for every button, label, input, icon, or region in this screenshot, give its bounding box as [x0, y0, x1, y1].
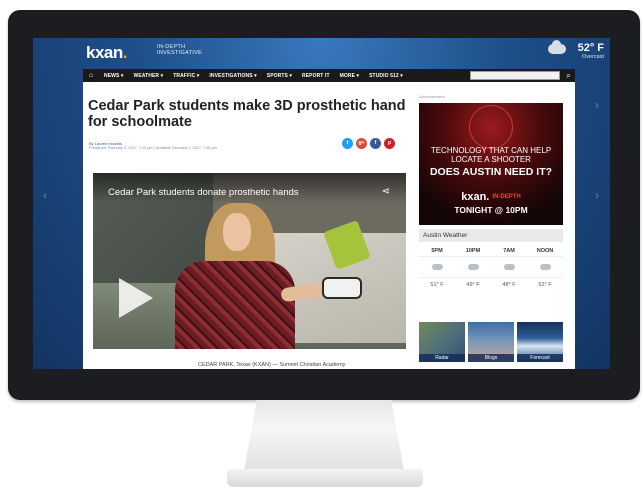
- nav-item-report-it[interactable]: REPORT IT: [297, 73, 335, 79]
- header-weather-temp: 52° F: [577, 42, 604, 54]
- video-scene-prosthetic-hand: [322, 277, 362, 299]
- search-input[interactable]: [470, 71, 560, 80]
- forecast-temp: 48° F: [491, 277, 527, 291]
- article-dates: Published: February 2, 2017, 7:13 pm | U…: [89, 146, 217, 150]
- cloud-icon: [419, 259, 455, 275]
- article-dateline: CEDAR PARK, Texas (KXAN) — Summit Christ…: [198, 362, 346, 368]
- ad-logo: kxan. IN-DEPTH: [461, 191, 521, 203]
- video-player[interactable]: Cedar Park students donate prosthetic ha…: [93, 173, 406, 349]
- forecast-temp: 52° F: [527, 277, 563, 291]
- ad-line-2: DOES AUSTIN NEED IT?: [429, 166, 553, 178]
- page-content: Cedar Park students make 3D prosthetic h…: [83, 82, 575, 369]
- nav-item-traffic[interactable]: TRAFFIC ▾: [168, 73, 204, 79]
- video-title: Cedar Park students donate prosthetic ha…: [108, 187, 299, 198]
- page-left-arrow-icon: ‹: [43, 188, 47, 202]
- forecast-thumb[interactable]: Forecast: [517, 322, 563, 362]
- weather-thumbnails: Radar Blogs Forecast: [419, 322, 563, 362]
- play-icon[interactable]: [119, 278, 153, 318]
- radar-label: Radar: [419, 354, 465, 362]
- weather-forecast-grid: 5PM 10PM 7AM NOON 51° F 49° F 48° F 52° …: [419, 246, 563, 291]
- nav-item-more[interactable]: MORE ▾: [335, 73, 365, 79]
- article-headline: Cedar Park students make 3D prosthetic h…: [88, 98, 406, 130]
- advertisement[interactable]: TECHNOLOGY THAT CAN HELP LOCATE A SHOOTE…: [419, 103, 563, 225]
- radar-thumb[interactable]: Radar: [419, 322, 465, 362]
- ad-line-3: TONIGHT @ 10PM: [454, 205, 528, 215]
- forecast-label: Forecast: [517, 354, 563, 362]
- search-icon[interactable]: ⌕: [562, 69, 575, 82]
- header-weather-condition: Overcast: [581, 54, 604, 60]
- logo-tagline: IN-DEPTH INVESTIGATIVE: [157, 44, 203, 56]
- nav-item-studio-512[interactable]: STUDIO 512 ▾: [364, 73, 408, 79]
- cloud-icon: [455, 259, 491, 275]
- ad-line-1: TECHNOLOGY THAT CAN HELP LOCATE A SHOOTE…: [430, 146, 552, 164]
- forecast-temp: 51° F: [419, 277, 455, 291]
- forecast-time: NOON: [527, 246, 563, 257]
- twitter-icon[interactable]: t: [342, 138, 353, 149]
- page-right-arrow-icon: ›: [595, 98, 599, 112]
- header-weather[interactable]: 52° F Overcast: [578, 42, 604, 60]
- monitor-stand-neck: [244, 400, 404, 470]
- kxan-logo[interactable]: kxan.: [86, 43, 128, 63]
- forecast-time: 7AM: [491, 246, 527, 257]
- google-plus-icon[interactable]: g+: [356, 138, 367, 149]
- nav-item-sports[interactable]: SPORTS ▾: [262, 73, 297, 79]
- home-icon[interactable]: ⌂: [83, 69, 99, 82]
- video-scene-student-face: [223, 213, 251, 251]
- blogs-label: Blogs: [468, 354, 514, 362]
- weather-widget-title[interactable]: Austin Weather: [419, 229, 563, 242]
- rain-cloud-icon: [527, 259, 563, 275]
- monitor-stand-base: [227, 469, 423, 487]
- cloud-icon: [548, 40, 566, 54]
- site-header: kxan. IN-DEPTH INVESTIGATIVE 52° F Overc…: [33, 38, 610, 68]
- forecast-time: 5PM: [419, 246, 455, 257]
- rain-cloud-icon: [491, 259, 527, 275]
- nav-item-weather[interactable]: WEATHER ▾: [129, 73, 169, 79]
- page-right-arrow-icon-2: ›: [595, 188, 599, 202]
- pinterest-icon[interactable]: p: [384, 138, 395, 149]
- nav-item-news[interactable]: NEWS ▾: [99, 73, 129, 79]
- share-buttons: t g+ f p: [342, 138, 395, 149]
- ad-label: Advertisement: [419, 94, 445, 99]
- facebook-icon[interactable]: f: [370, 138, 381, 149]
- video-scene-student-shirt: [175, 261, 295, 349]
- forecast-time: 10PM: [455, 246, 491, 257]
- ad-target-graphic: [469, 105, 513, 149]
- nav-item-investigations[interactable]: INVESTIGATIONS ▾: [204, 73, 261, 79]
- blogs-thumb[interactable]: Blogs: [468, 322, 514, 362]
- video-share-icon[interactable]: ⋖: [382, 186, 390, 197]
- monitor-screen: ‹ › › kxan. IN-DEPTH INVESTIGATIVE 52° F…: [33, 38, 610, 369]
- main-nav: ⌂ NEWS ▾ WEATHER ▾ TRAFFIC ▾ INVESTIGATI…: [83, 69, 575, 82]
- forecast-temp: 49° F: [455, 277, 491, 291]
